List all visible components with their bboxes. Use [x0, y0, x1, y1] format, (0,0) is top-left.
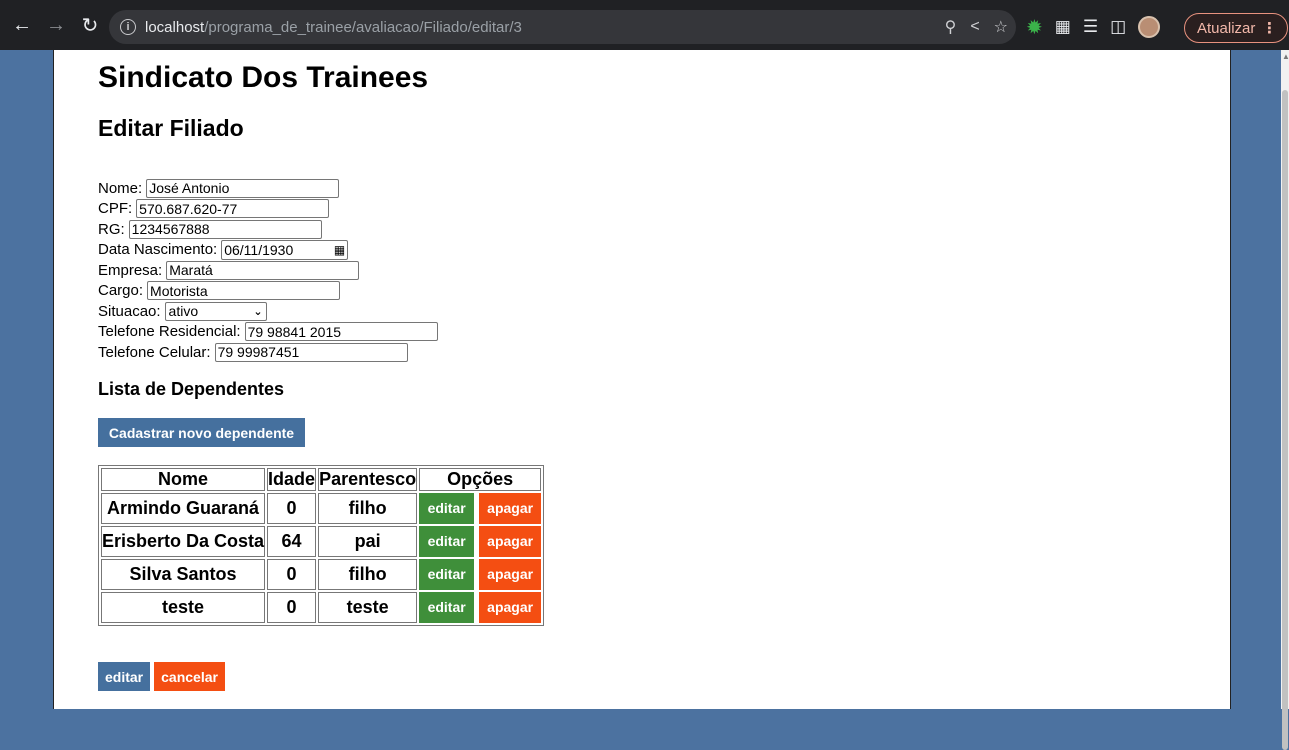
update-label: Atualizar — [1197, 19, 1256, 37]
back-arrow-icon[interactable]: ← — [6, 9, 38, 41]
page-title: Sindicato Dos Trainees — [98, 61, 429, 94]
dependent-name: teste — [101, 592, 266, 623]
dependent-age: 0 — [267, 493, 317, 524]
empresa-field[interactable] — [166, 260, 360, 280]
table-row: Armindo Guaraná 0 filho editar apagar — [101, 493, 542, 524]
cpf-row: CPF: — [98, 199, 798, 220]
telefone-celular-row: Telefone Celular: — [98, 342, 798, 363]
reload-icon[interactable]: ↻ — [74, 9, 106, 41]
cargo-row: Cargo: — [98, 281, 798, 302]
edit-dependent-button[interactable]: editar — [419, 526, 475, 557]
dependent-relation: pai — [318, 526, 418, 557]
edit-dependent-button[interactable]: editar — [419, 493, 475, 524]
edit-filiado-button[interactable]: editar — [98, 662, 151, 691]
chevron-down-icon: ⌄ — [253, 305, 263, 318]
bookmark-star-icon[interactable]: ☆ — [994, 17, 1008, 37]
new-dependent-button[interactable]: Cadastrar novo dependente — [98, 418, 305, 447]
situacao-label: Situacao: — [98, 302, 161, 320]
extension-gear-icon[interactable]: ✹ — [1026, 15, 1043, 40]
calendar-icon[interactable]: ▦ — [334, 243, 345, 257]
profile-avatar[interactable] — [1138, 16, 1161, 38]
puzzle-extensions-icon[interactable]: ▦ — [1055, 17, 1071, 37]
address-bar[interactable]: i localhost/programa_de_trainee/avaliaca… — [109, 10, 1016, 44]
delete-dependent-button[interactable]: apagar — [479, 526, 542, 557]
dependent-name: Armindo Guaraná — [101, 493, 266, 524]
dependent-name: Erisberto Da Costa — [101, 526, 266, 557]
data-nascimento-value: 06/11/1930 — [224, 241, 294, 258]
empresa-label: Empresa: — [98, 261, 163, 279]
delete-dependent-button[interactable]: apagar — [479, 493, 542, 524]
telefone-residencial-label: Telefone Residencial: — [98, 323, 241, 341]
telefone-residencial-field[interactable] — [244, 322, 438, 342]
scrollbar-thumb[interactable] — [1282, 90, 1288, 750]
menu-kebab-icon[interactable]: ⋮ — [1262, 19, 1277, 37]
telefone-residencial-row: Telefone Residencial: — [98, 322, 798, 343]
telefone-celular-label: Telefone Celular: — [98, 343, 211, 361]
row-options: editar apagar — [419, 559, 542, 590]
dependent-age: 0 — [267, 592, 317, 623]
side-panel-icon[interactable]: ◫ — [1110, 17, 1126, 37]
table-row: teste 0 teste editar apagar — [101, 592, 542, 623]
forward-arrow-icon[interactable]: → — [40, 9, 72, 41]
column-header: Nome — [101, 468, 266, 491]
cpf-label: CPF: — [98, 200, 133, 218]
nome-field[interactable] — [146, 178, 340, 198]
nome-row: Nome: — [98, 178, 798, 199]
page-scrollbar[interactable]: ▲ — [1281, 50, 1289, 750]
column-header: Opções — [419, 468, 542, 491]
situacao-row: Situacao: ativo ⌄ — [98, 301, 798, 322]
filiado-form: Nome: CPF: RG: Data Nascimento: 06/11/19… — [98, 178, 798, 363]
edit-dependent-button[interactable]: editar — [419, 559, 475, 590]
url-path: /programa_de_trainee/avaliacao/Filiado/e… — [204, 18, 522, 36]
dependent-age: 64 — [267, 526, 317, 557]
situacao-value: ativo — [168, 303, 199, 320]
update-button[interactable]: Atualizar ⋮ — [1184, 13, 1288, 43]
delete-dependent-button[interactable]: apagar — [479, 559, 542, 590]
page-subtitle: Editar Filiado — [98, 115, 244, 141]
edit-dependent-button[interactable]: editar — [419, 592, 475, 623]
cancel-button[interactable]: cancelar — [154, 662, 225, 691]
column-header: Idade — [267, 468, 317, 491]
data-nascimento-row: Data Nascimento: 06/11/1930 ▦ — [98, 239, 798, 261]
telefone-celular-field[interactable] — [214, 342, 408, 362]
cargo-label: Cargo: — [98, 282, 144, 300]
situacao-select[interactable]: ativo ⌄ — [164, 301, 267, 321]
data-nascimento-label: Data Nascimento: — [98, 241, 218, 259]
zoom-icon[interactable]: ⚲ — [945, 17, 957, 37]
rg-field[interactable] — [128, 219, 322, 239]
url-host: localhost — [145, 18, 205, 36]
delete-dependent-button[interactable]: apagar — [479, 592, 542, 623]
data-nascimento-field[interactable]: 06/11/1930 ▦ — [221, 239, 349, 260]
browser-toolbar: ← → ↻ i localhost/programa_de_trainee/av… — [0, 0, 1289, 50]
page-body: Sindicato Dos Trainees Editar Filiado No… — [53, 50, 1231, 709]
form-actions: editar cancelar — [98, 662, 225, 691]
dependentes-heading: Lista de Dependentes — [98, 379, 285, 399]
media-playlist-icon[interactable]: ☰ — [1083, 17, 1098, 37]
empresa-row: Empresa: — [98, 260, 798, 281]
cargo-field[interactable] — [147, 281, 341, 301]
nome-label: Nome: — [98, 179, 143, 197]
row-options: editar apagar — [419, 526, 542, 557]
dependent-relation: filho — [318, 559, 418, 590]
table-row: Erisberto Da Costa 64 pai editar apagar — [101, 526, 542, 557]
site-info-icon[interactable]: i — [120, 19, 136, 35]
column-header: Parentesco — [318, 468, 418, 491]
dependent-relation: teste — [318, 592, 418, 623]
dependent-relation: filho — [318, 493, 418, 524]
table-header-row: Nome Idade Parentesco Opções — [101, 468, 542, 491]
table-row: Silva Santos 0 filho editar apagar — [101, 559, 542, 590]
rg-row: RG: — [98, 219, 798, 240]
cpf-field[interactable] — [136, 199, 330, 219]
dependent-age: 0 — [267, 559, 317, 590]
scroll-up-icon[interactable]: ▲ — [1282, 52, 1289, 61]
rg-label: RG: — [98, 220, 125, 238]
row-options: editar apagar — [419, 493, 542, 524]
row-options: editar apagar — [419, 592, 542, 623]
dependents-table: Nome Idade Parentesco Opções Armindo Gua… — [98, 465, 545, 626]
share-icon[interactable]: < — [970, 18, 979, 36]
dependent-name: Silva Santos — [101, 559, 266, 590]
